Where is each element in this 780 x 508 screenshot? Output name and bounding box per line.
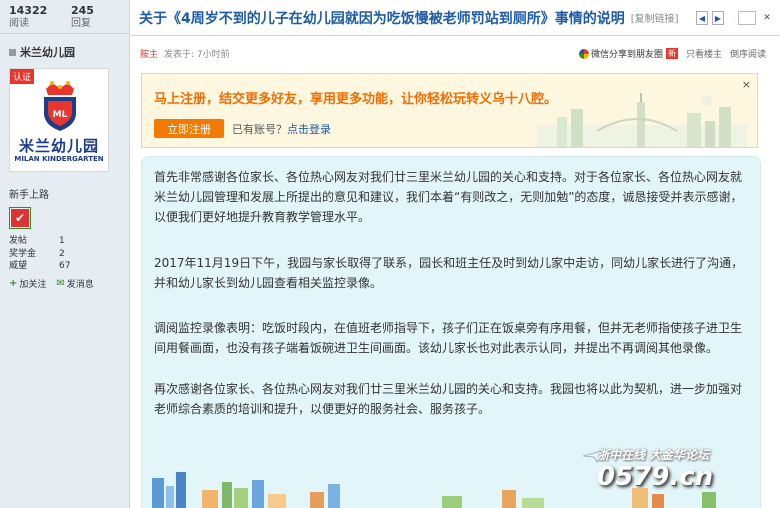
post-time: 发表于: 7小时前 [164,49,230,60]
post-meta-actions: 微信分享到朋友圈 新 只看楼主 倒序阅读 [578,47,766,60]
avatar-school-english: MILAN KINDERGARTEN [14,155,104,163]
next-thread-icon[interactable]: ▶ [712,11,724,25]
floor-label: 胺主 [140,49,159,60]
thread-title-bar: 关于《4周岁不到的儿子在幼儿园就因为吃饭慢被老师罚站到厕所》事情的说明 [复制链… [131,0,780,36]
post-paragraph: 调阅监控录像表明：吃饭时段内，在值班老师指导下，孩子们正在饭桌旁有序用餐，但并无… [154,321,743,355]
profile-row: 威望 67 [9,261,71,271]
only-author-link[interactable]: 只看楼主 [686,47,722,60]
message-icon: ✉ [56,277,65,289]
avatar-badge-text: ML [53,110,68,120]
page-jump-input[interactable] [738,11,756,25]
plus-icon: + [9,277,18,289]
check-icon: ✔ [11,209,29,227]
follow-button[interactable]: + 加关注 [9,277,46,290]
register-headline: 马上注册，结交更多好友，享用更多功能，让你轻松玩转义乌十八腔。 [154,92,558,107]
profile-row: 发帖 1 [9,236,65,246]
copy-link-button[interactable]: [复制链接] [631,10,679,25]
author-sidebar: 14322 阅读 245 回复 米兰幼儿园 认证 ML 米兰幼儿园 MILAN … [0,0,130,508]
close-icon[interactable]: ✕ [760,11,774,25]
post-meta: 胺主 发表于: 7小时前 微信分享到朋友圈 新 只看楼主 倒序阅读 [131,36,780,70]
author-actions: + 加关注 ✉ 发消息 [0,273,129,290]
verified-badge: 认证 [10,69,35,84]
message-button[interactable]: ✉ 发消息 [56,277,93,290]
rank-badge: ✔ [9,207,31,229]
views-stat: 14322 阅读 [0,4,62,33]
thread-title: 关于《4周岁不到的儿子在幼儿园就因为吃饭慢被老师罚站到厕所》事情的说明 [139,10,625,27]
offline-status-icon [9,48,16,56]
post-paragraph: 首先非常感谢各位家长、各位热心网友对我们廿三里米兰幼儿园的关心和支持。对于各位家… [154,170,743,224]
watermark-forum: 浙中在线 大金华论坛 [597,448,710,462]
new-badge: 新 [665,48,678,59]
wechat-share-button[interactable]: 微信分享到朋友圈 新 [578,47,678,60]
avatar-school-name: 米兰幼儿园 [18,137,99,155]
post-content: 首先非常感谢各位家长、各位热心网友对我们廿三里米兰幼儿园的关心和支持。对于各位家… [141,156,761,508]
thread-nav: ◀ ▶ ✕ [696,11,774,25]
register-banner: 马上注册，结交更多好友，享用更多功能，让你轻松玩转义乌十八腔。 立即注册 已有账… [141,73,758,148]
register-button[interactable]: 立即注册 [154,119,224,138]
replies-stat: 245 回复 [62,4,124,33]
crown-shield-logo-icon: ML [44,81,76,131]
post-paragraph: 再次感谢各位家长、各位热心网友对我们廿三里米兰幼儿园的关心和支持。我园也将以此为… [154,382,743,416]
profile-row: 奖学金 2 [9,248,65,259]
post-paragraph: 2017年11月19日下午，我园与家长取得了联系，园长和班主任及时到幼儿家中走访… [154,256,744,290]
replies-label: 回复 [71,18,91,29]
profile-info: 发帖 1 奖学金 2 威望 67 [0,229,129,273]
city-illustration [537,93,747,147]
login-link[interactable]: 点击登录 [287,123,331,136]
thread-stats: 14322 阅读 245 回复 [0,0,129,34]
user-rank: 新手上路 [9,190,49,201]
wechat-moments-icon [578,48,589,59]
city-skyline-illustration [152,472,716,508]
avatar[interactable]: 认证 ML 米兰幼儿园 MILAN KINDERGARTEN [9,68,109,172]
author-name[interactable]: 米兰幼儿园 [20,44,75,60]
prev-thread-icon[interactable]: ◀ [696,11,708,25]
reverse-order-link[interactable]: 倒序阅读 [730,47,766,60]
author-name-row: 米兰幼儿园 [0,34,129,60]
login-prompt: 已有账号？点击登录 [232,123,331,136]
replies-count: 245 [71,4,94,17]
views-label: 阅读 [9,18,29,29]
post-area: 关于《4周岁不到的儿子在幼儿园就因为吃饭慢被老师罚站到厕所》事情的说明 [复制链… [131,0,780,508]
views-count: 14322 [9,4,48,17]
